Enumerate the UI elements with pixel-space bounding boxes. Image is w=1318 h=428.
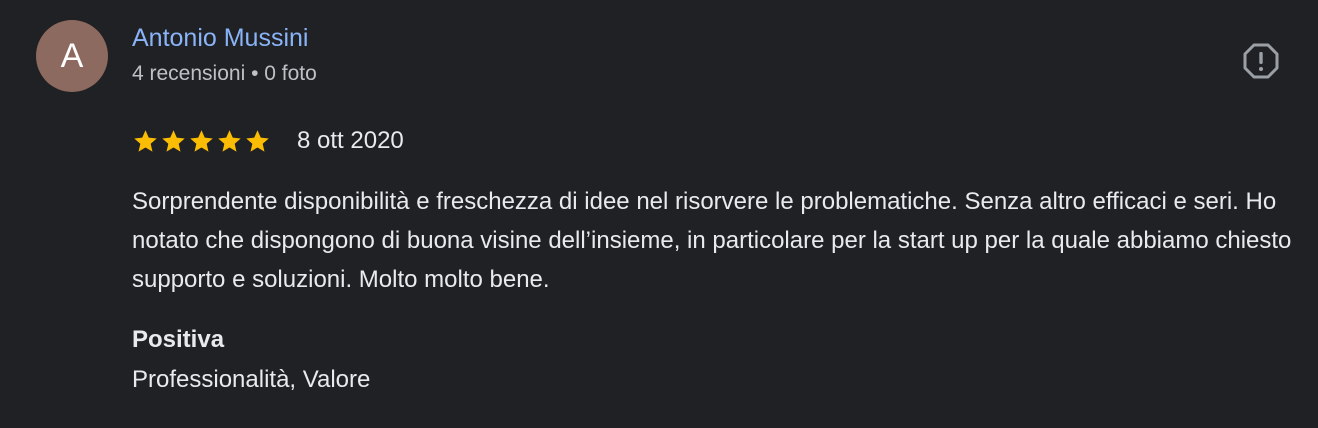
aspect-label: Positiva xyxy=(132,326,225,353)
aspect-values: Professionalità, Valore xyxy=(132,366,371,393)
rating-row: 8 ott 2020 xyxy=(132,124,404,158)
avatar-letter: A xyxy=(60,36,84,75)
star-filled-icon xyxy=(190,129,213,152)
review-text: Sorprendente disponibilità e freschezza … xyxy=(132,188,1292,293)
star-filled-icon xyxy=(218,129,241,152)
report-icon xyxy=(1243,43,1279,79)
avatar[interactable]: A xyxy=(36,20,108,92)
review-card: A Antonio Mussini 4 recensioni • 0 foto … xyxy=(0,0,1318,428)
star-rating xyxy=(132,128,271,155)
report-button[interactable] xyxy=(1242,42,1280,80)
star-filled-icon xyxy=(162,129,185,152)
author-name-link[interactable]: Antonio Mussini xyxy=(132,24,308,53)
star-filled-icon xyxy=(246,129,269,152)
review-date: 8 ott 2020 xyxy=(297,127,404,154)
author-meta: 4 recensioni • 0 foto xyxy=(132,62,317,85)
star-filled-icon xyxy=(134,129,157,152)
